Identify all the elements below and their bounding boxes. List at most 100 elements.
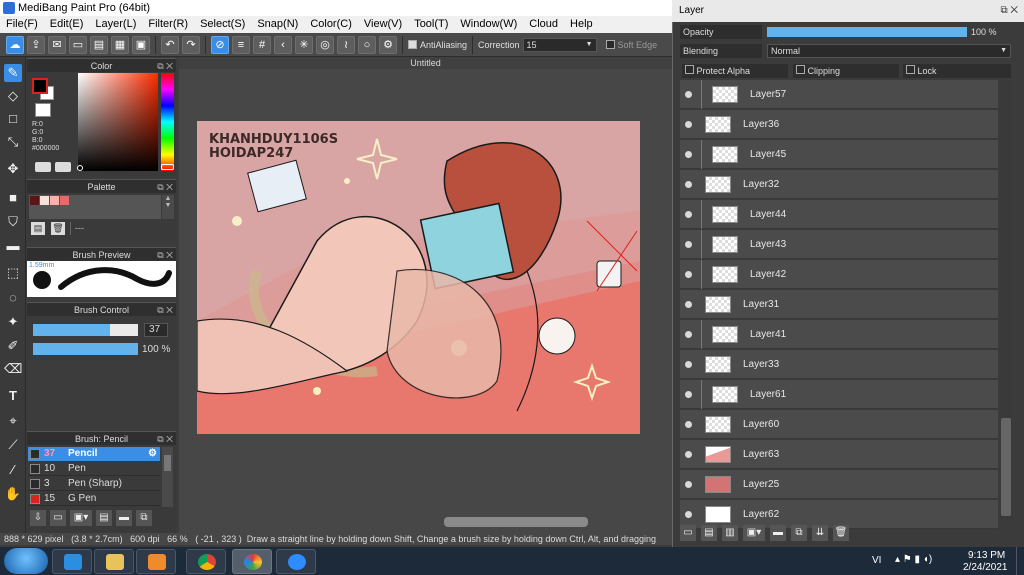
new-file-icon[interactable]: ▭	[69, 35, 87, 54]
protect-alpha-checkbox[interactable]	[685, 65, 694, 74]
new-layer-icon[interactable]: ▭	[680, 525, 696, 541]
rotate-tool-icon[interactable]: ⤡	[4, 133, 22, 151]
remove-color-button[interactable]	[55, 162, 71, 172]
hue-slider[interactable]	[161, 73, 174, 171]
lasso-tool-icon[interactable]: ◌	[4, 289, 22, 307]
visibility-eye-icon[interactable]	[685, 511, 692, 518]
share-icon[interactable]: ⇪	[27, 35, 45, 54]
layer-row[interactable]: Layer32	[680, 170, 998, 199]
layer-row[interactable]: Layer33	[680, 350, 998, 379]
document-tab[interactable]: Untitled	[179, 57, 672, 69]
add-layer-menu-icon[interactable]: ▣▾	[743, 525, 765, 541]
hue-handle[interactable]	[161, 164, 174, 170]
clock-date[interactable]: 2/24/2021	[963, 562, 1008, 573]
lock-checkbox[interactable]	[906, 65, 915, 74]
scroll-thumb[interactable]	[164, 455, 171, 471]
undo-icon[interactable]: ↶	[161, 35, 179, 54]
move-tool-icon[interactable]: ✥	[4, 160, 22, 178]
duplicate-layer-icon[interactable]: ⧉	[791, 525, 807, 541]
artwork-canvas[interactable]: KHANHDUY1106S HOIDAP247	[197, 121, 640, 434]
taskbar-chrome[interactable]	[186, 549, 226, 574]
cross-snap-icon[interactable]: #	[253, 35, 271, 54]
gradient-tool-icon[interactable]: ▬	[4, 237, 22, 255]
visibility-eye-icon[interactable]	[685, 331, 692, 338]
clock-time[interactable]: 9:13 PM	[968, 550, 1005, 561]
menu-edit[interactable]: Edit(E)	[44, 16, 90, 33]
palette-add-icon[interactable]: ▤	[31, 222, 45, 235]
panel-menu-icon[interactable]: ⧉ ✕	[157, 432, 173, 446]
brush-tool-icon[interactable]: ✎	[4, 64, 22, 82]
palette-delete-icon[interactable]: 🗑	[51, 222, 65, 235]
protect-alpha-toggle[interactable]: Protect Alpha	[682, 64, 788, 78]
visibility-eye-icon[interactable]	[685, 271, 692, 278]
panel-menu-icon[interactable]: ⧉ ✕	[1000, 0, 1018, 22]
lock-toggle[interactable]: Lock	[903, 64, 1011, 78]
layer-row[interactable]: Layer43	[680, 230, 998, 259]
brush-opacity-slider[interactable]	[33, 343, 138, 355]
select-pen-tool-icon[interactable]: ✐	[4, 337, 22, 355]
layer-row[interactable]: Layer25	[680, 470, 998, 499]
palette-swatch[interactable]	[60, 196, 69, 205]
new-brush-icon[interactable]: ▭	[50, 510, 66, 526]
visibility-eye-icon[interactable]	[685, 391, 692, 398]
layer-row[interactable]: Layer57	[680, 80, 998, 109]
layer-opacity-slider[interactable]	[767, 27, 967, 37]
taskbar-ie[interactable]	[52, 549, 92, 574]
brush-settings-icon[interactable]: ▤	[96, 510, 112, 526]
fill-tool-icon[interactable]: ■	[4, 189, 22, 207]
foreground-color-swatch-top[interactable]	[32, 78, 48, 94]
layer-row[interactable]: Layer61	[680, 380, 998, 409]
add-color-button[interactable]	[35, 162, 51, 172]
brush-list-item[interactable]: 37 Pencil ⚙	[28, 447, 160, 461]
tray-icons[interactable]: ▴ ⚑ ▮ ◖)	[895, 554, 932, 565]
select-eraser-tool-icon[interactable]: ⌫	[4, 360, 22, 378]
taskbar-zoom[interactable]	[276, 549, 316, 574]
visibility-eye-icon[interactable]	[685, 421, 692, 428]
taskbar-media[interactable]	[136, 549, 176, 574]
panel-menu-icon[interactable]: ⧉ ✕	[157, 248, 173, 262]
saturation-value-picker[interactable]	[78, 73, 158, 171]
menu-help[interactable]: Help	[564, 16, 599, 33]
new-halftone-layer-icon[interactable]: ▤	[701, 525, 717, 541]
vanishing-snap-icon[interactable]: ‹	[274, 35, 292, 54]
radial-snap-icon[interactable]: ✳	[295, 35, 313, 54]
delete-layer-icon[interactable]: 🗑	[833, 525, 849, 541]
menu-tool[interactable]: Tool(T)	[408, 16, 454, 33]
new-8bit-layer-icon[interactable]: ▥	[722, 525, 738, 541]
dot-tool-icon[interactable]: □	[4, 110, 22, 128]
cloud-download-icon[interactable]: ⇩	[30, 510, 46, 526]
horizontal-scrollbar[interactable]	[444, 517, 588, 527]
soft-edge-checkbox[interactable]	[605, 40, 615, 49]
palette-swatch[interactable]	[50, 196, 59, 205]
merge-layer-icon[interactable]: ⇊	[812, 525, 828, 541]
menu-file[interactable]: File(F)	[0, 16, 44, 33]
layer-row[interactable]: Layer44	[680, 200, 998, 229]
operation-tool-icon[interactable]: ⌖	[4, 412, 22, 430]
folder-icon[interactable]: ▬	[116, 510, 132, 526]
palette-swatch[interactable]	[30, 196, 39, 205]
magic-wand-tool-icon[interactable]: ✦	[4, 313, 22, 331]
curve-snap-icon[interactable]: ≀	[337, 35, 355, 54]
parallel-snap-icon[interactable]: ≡	[232, 35, 250, 54]
taskbar-medibang[interactable]	[232, 549, 272, 574]
document-icon[interactable]: ▤	[90, 35, 108, 54]
clipping-toggle[interactable]: Clipping	[793, 64, 899, 78]
settings-icon[interactable]: ⚙	[379, 35, 397, 54]
visibility-eye-icon[interactable]	[685, 361, 692, 368]
layer-row[interactable]: Layer63	[680, 440, 998, 469]
layer-row[interactable]: Layer31	[680, 290, 998, 319]
color-picker-handle[interactable]	[77, 165, 83, 171]
panel-menu-icon[interactable]: ⧉ ✕	[157, 180, 173, 194]
brush-size-value[interactable]: 37	[144, 323, 168, 337]
circle-snap-icon[interactable]: ◎	[316, 35, 334, 54]
text-tool-icon[interactable]: T	[4, 387, 22, 405]
visibility-eye-icon[interactable]	[685, 121, 692, 128]
divide-tool-icon[interactable]: ⟋	[4, 436, 22, 454]
folder-icon[interactable]: ▬	[770, 525, 786, 541]
save-icon[interactable]: ▣	[132, 35, 150, 54]
bucket-tool-icon[interactable]: ⛉	[4, 213, 22, 231]
palette-swatch[interactable]	[40, 196, 49, 205]
visibility-eye-icon[interactable]	[685, 91, 692, 98]
eyedropper-tool-icon[interactable]: ⁄	[4, 461, 22, 479]
visibility-eye-icon[interactable]	[685, 301, 692, 308]
